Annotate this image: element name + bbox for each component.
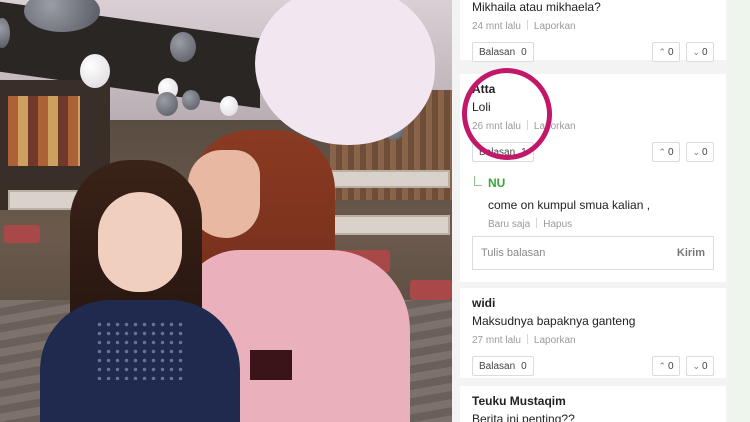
downvote-count: 0: [701, 146, 708, 158]
upvote-count: 0: [667, 46, 674, 58]
chevron-up-icon: ⌃: [658, 146, 666, 157]
photo-shirt-badge: [250, 350, 292, 380]
reply-button[interactable]: Balasan 1: [472, 142, 534, 162]
reply-time: Baru saja: [488, 219, 531, 230]
send-button[interactable]: Kirim: [677, 247, 705, 259]
comment-text: Mikhaila atau mikhaela?: [472, 0, 601, 14]
meta-divider: [526, 20, 528, 30]
photo-balloon: [80, 54, 110, 88]
comment-card: widi Maksudnya bapaknya ganteng 27 mnt l…: [460, 288, 726, 378]
upvote-count: 0: [667, 360, 674, 372]
comment-text: Maksudnya bapaknya ganteng: [472, 314, 636, 328]
comment-author: Atta: [472, 82, 496, 96]
photo-wall-art: [8, 96, 80, 166]
photo-girl-lace: [95, 320, 185, 380]
upvote-count: 0: [667, 146, 674, 158]
comment-card: Mikhaila atau mikhaela? 24 mnt lalu Lapor…: [460, 0, 726, 62]
reply-button[interactable]: Balasan 0: [472, 356, 534, 376]
photo-girl-face: [98, 192, 182, 292]
comment-actions: Balasan 0 ⌃ 0 ⌄ 0: [472, 42, 714, 62]
meta-divider: [526, 334, 528, 344]
meta-divider: [536, 218, 538, 228]
reply-button-label: Balasan: [479, 360, 516, 372]
comment-actions: Balasan 1 ⌃ 0 ⌄ 0: [472, 142, 714, 162]
article-photo: [0, 0, 452, 422]
reply-indicator-icon: [474, 176, 482, 186]
reply-item: NU come on kumpul smua kalian , Baru saj…: [488, 176, 718, 230]
comment-card: Teuku Mustaqim Berita ini penting??: [460, 386, 726, 422]
comment-time: 24 mnt lalu: [472, 21, 521, 32]
photo-balloon: [170, 32, 196, 62]
photo-chair: [4, 225, 40, 243]
reply-input-placeholder: Tulis balasan: [481, 247, 546, 259]
downvote-count: 0: [701, 360, 708, 372]
comment-time: 27 mnt lalu: [472, 335, 521, 346]
comment-author: Teuku Mustaqim: [472, 394, 566, 408]
comment-time: 26 mnt lalu: [472, 121, 521, 132]
downvote-count: 0: [701, 46, 708, 58]
delete-link[interactable]: Hapus: [543, 219, 572, 230]
photo-table: [330, 215, 450, 235]
photo-balloon: [156, 92, 178, 116]
comment-actions: Balasan 0 ⌃ 0 ⌄ 0: [472, 356, 714, 376]
report-link[interactable]: Laporkan: [534, 335, 576, 346]
report-link[interactable]: Laporkan: [534, 21, 576, 32]
meta-divider: [526, 120, 528, 130]
reply-meta: Baru saja Hapus: [488, 218, 718, 230]
chevron-down-icon: ⌄: [692, 46, 700, 57]
upvote-button[interactable]: ⌃ 0: [652, 142, 680, 162]
reply-button-label: Balasan: [479, 46, 516, 58]
reply-button[interactable]: Balasan 0: [472, 42, 534, 62]
reply-count: 0: [521, 46, 527, 58]
comment-text: Berita ini penting??: [472, 412, 575, 422]
comments-panel: Mikhaila atau mikhaela? 24 mnt lalu Lapor…: [452, 0, 750, 422]
downvote-button[interactable]: ⌄ 0: [686, 42, 714, 62]
comment-meta: 27 mnt lalu Laporkan: [472, 334, 714, 346]
chevron-up-icon: ⌃: [658, 46, 666, 57]
chevron-up-icon: ⌃: [658, 360, 666, 371]
photo-balloon: [182, 90, 200, 110]
reply-text: come on kumpul smua kalian ,: [488, 198, 651, 212]
comment-meta: 26 mnt lalu Laporkan: [472, 120, 714, 132]
upvote-button[interactable]: ⌃ 0: [652, 356, 680, 376]
photo-overlay-blob: [255, 0, 435, 145]
report-link[interactable]: Laporkan: [534, 121, 576, 132]
comment-author: widi: [472, 296, 496, 310]
downvote-button[interactable]: ⌄ 0: [686, 356, 714, 376]
reply-author: NU: [488, 176, 506, 190]
reply-count: 1: [521, 146, 527, 158]
reply-button-label: Balasan: [479, 146, 516, 158]
chevron-down-icon: ⌄: [692, 146, 700, 157]
comment-text: Loli: [472, 100, 491, 114]
photo-balloon: [220, 96, 238, 116]
comment-meta: 24 mnt lalu Laporkan: [472, 20, 714, 32]
reply-count: 0: [521, 360, 527, 372]
downvote-button[interactable]: ⌄ 0: [686, 142, 714, 162]
scrollbar-track[interactable]: [728, 0, 750, 422]
upvote-button[interactable]: ⌃ 0: [652, 42, 680, 62]
photo-chair: [410, 280, 452, 300]
reply-input[interactable]: Tulis balasan Kirim: [472, 236, 714, 270]
chevron-down-icon: ⌄: [692, 360, 700, 371]
